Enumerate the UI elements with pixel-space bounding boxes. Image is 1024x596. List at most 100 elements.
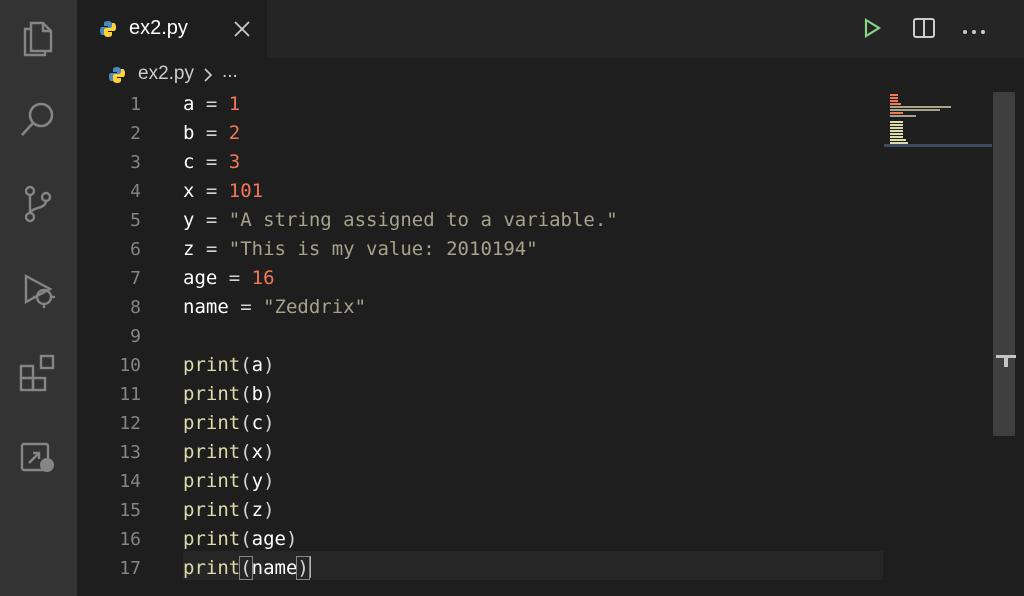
code-line[interactable]: print(b) [183,380,275,409]
function-token: print [183,557,241,579]
line-number: 3 [130,152,141,173]
line-number: 2 [130,123,141,144]
breadcrumb: ex2.py ... [77,58,1024,92]
code-line[interactable]: age = 16 [183,264,275,293]
argument-token: z [251,499,264,521]
run-debug-icon[interactable] [17,268,59,310]
minimap[interactable] [884,92,992,152]
variable-token: y [183,209,195,231]
code-line[interactable]: print(age) [183,525,297,554]
line-number: 8 [130,297,141,318]
breadcrumb-file[interactable]: ex2.py [138,63,194,85]
paren-open: ( [240,383,252,405]
paren-open: ( [240,499,252,521]
line-number: 17 [119,558,141,579]
scroll-position-marker [996,352,1016,367]
argument-token: a [251,354,264,376]
code-line[interactable]: c = 3 [183,148,240,177]
code-line[interactable]: print(z) [183,496,275,525]
tab-bar: ex2.py [77,0,1024,58]
argument-token: age [251,528,286,550]
explorer-icon[interactable] [17,17,59,59]
variable-token: c [183,151,195,173]
paren-close: ) [263,470,275,492]
line-number: 11 [119,384,141,405]
code-line[interactable]: print(c) [183,409,275,438]
activity-bar [0,0,77,596]
paren-close: ) [263,383,275,405]
close-icon[interactable] [231,18,253,40]
paren-open: ( [240,470,252,492]
code-line[interactable]: print(y) [183,467,275,496]
code-line[interactable]: z = "This is my value: 2010194" [183,235,538,264]
function-token: print [183,412,241,434]
argument-token: c [251,412,264,434]
code-line[interactable]: y = "A string assigned to a variable." [183,206,618,235]
paren-open: ( [239,556,253,580]
code-line[interactable]: b = 2 [183,119,240,148]
code-editor[interactable]: 1 2 3 4 5 6 7 8 9 10 11 12 13 14 15 16 17 a = 1b = 2c = … [77,92,1024,596]
more-actions-button[interactable] [959,15,989,45]
code-line[interactable]: print(x) [183,438,275,467]
breadcrumb-symbols[interactable]: ... [222,61,238,83]
paren-open: ( [240,441,252,463]
line-number: 1 [130,94,141,115]
extensions-icon[interactable] [17,352,59,394]
paren-close: ) [263,354,275,376]
variable-token: age [183,267,218,289]
number-token: 101 [228,180,264,202]
operator-token: = [194,151,229,173]
minimap-line [890,103,902,105]
chevron-right-icon [203,67,213,87]
run-button[interactable] [857,15,887,45]
string-token: "A string assigned to a variable." [228,209,618,231]
line-number: 14 [119,471,141,492]
play-icon [862,17,882,43]
minimap-line [890,133,903,135]
source-control-icon[interactable] [17,183,59,225]
minimap-line [890,109,940,111]
minimap-line [890,136,903,138]
line-number: 9 [130,326,141,347]
paren-open: ( [240,354,252,376]
code-line[interactable]: a = 1 [183,90,240,119]
minimap-line [890,124,903,126]
operator-token: = [194,209,229,231]
split-editor-icon [912,16,936,44]
paren-close: ) [285,528,298,550]
function-token: print [183,528,241,550]
vertical-scrollbar[interactable] [993,92,1015,436]
text-cursor [308,556,311,578]
line-number: 5 [130,210,141,231]
line-number: 4 [130,181,141,202]
operator-token: = [194,238,229,260]
code-line[interactable]: print(a) [183,351,275,380]
tab-label: ex2.py [129,17,188,39]
split-editor-button[interactable] [909,15,939,45]
line-number: 7 [130,268,141,289]
line-number: 10 [119,355,141,376]
argument-token: x [251,441,264,463]
operator-token: = [228,296,264,318]
paren-open: ( [240,528,252,550]
function-token: print [183,441,241,463]
minimap-slider[interactable] [884,144,992,147]
code-line[interactable]: name = "Zeddrix" [183,293,366,322]
remote-explorer-icon[interactable] [17,435,59,477]
minimap-line [890,139,906,141]
function-token: print [183,354,241,376]
minimap-line [890,97,898,99]
code-line[interactable]: x = 101 [183,177,263,206]
variable-token: x [183,180,195,202]
number-token: 16 [251,267,275,289]
variable-token: z [183,238,195,260]
tab-ex2-py[interactable]: ex2.py [77,0,267,58]
ellipsis-icon [962,21,986,40]
line-number: 12 [119,413,141,434]
string-token: "Zeddrix" [263,296,367,318]
code-line[interactable]: print(name) [183,554,311,583]
number-token: 3 [228,151,241,173]
minimap-line [890,112,903,114]
vscode-window: ex2.py ex2.py ... 1 2 3 4 5 6 7 8 9 10 1… [0,0,1024,596]
search-icon[interactable] [17,98,59,140]
